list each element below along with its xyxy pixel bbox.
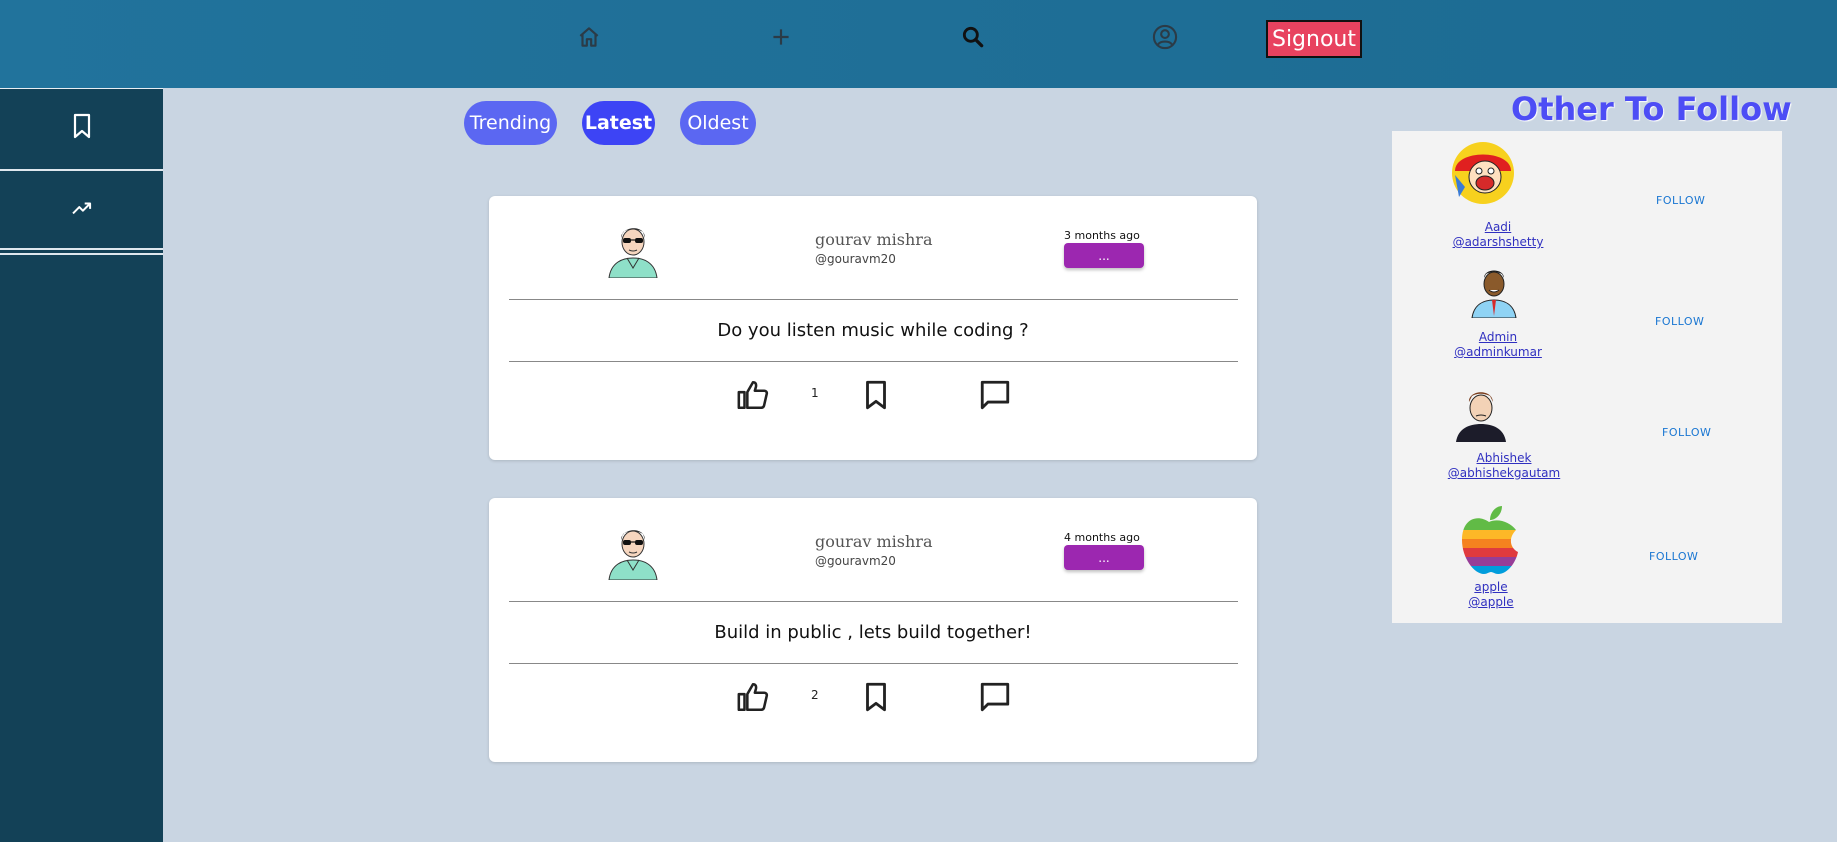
follow-button[interactable]: FOLLOW	[1649, 550, 1698, 563]
list-item: Admin @adminkumar FOLLOW	[1392, 262, 1782, 377]
list-item: apple @apple FOLLOW	[1392, 504, 1782, 619]
follow-user-handle[interactable]: @adarshshetty	[1453, 235, 1544, 249]
follow-user-handle[interactable]: @apple	[1468, 595, 1513, 609]
filter-latest-button[interactable]: Latest	[582, 101, 655, 145]
like-icon[interactable]	[736, 378, 770, 412]
sidebar-divider	[0, 248, 163, 250]
follow-user-name[interactable]: Aadi	[1485, 220, 1512, 234]
avatar	[1452, 384, 1516, 448]
comment-icon[interactable]	[978, 378, 1012, 412]
post-author-handle: @gouravm20	[815, 252, 896, 266]
divider	[509, 361, 1238, 362]
filter-trending-button[interactable]: Trending	[464, 101, 557, 145]
sidebar-divider	[0, 253, 163, 255]
sidebar	[0, 88, 163, 842]
sidebar-item-bookmarks[interactable]	[0, 89, 163, 167]
avatar	[1451, 141, 1515, 205]
follow-user-name[interactable]: apple	[1474, 580, 1507, 594]
signout-button[interactable]: Signout	[1266, 20, 1362, 58]
follow-user-handle[interactable]: @adminkumar	[1454, 345, 1542, 359]
post-content: Build in public , lets build together!	[714, 622, 1032, 643]
post-author-name: gourav mishra	[815, 230, 933, 249]
post-options-button[interactable]: ...	[1064, 545, 1144, 570]
plus-icon[interactable]	[766, 22, 796, 52]
sidebar-item-trending[interactable]	[0, 171, 163, 249]
divider	[509, 601, 1238, 602]
list-item: Aadi @adarshshetty FOLLOW	[1392, 141, 1782, 256]
post-author-handle: @gouravm20	[815, 554, 896, 568]
follow-section-title: Other To Follow	[1511, 90, 1792, 128]
post-card: gourav mishra @gouravm20 4 months ago ..…	[489, 498, 1257, 762]
post-timestamp: 3 months ago	[1064, 229, 1140, 242]
account-icon[interactable]	[1150, 22, 1180, 52]
like-count: 2	[811, 688, 819, 702]
follow-button[interactable]: FOLLOW	[1656, 194, 1705, 207]
bookmark-icon[interactable]	[859, 680, 893, 714]
post-card: gourav mishra @gouravm20 3 months ago ..…	[489, 196, 1257, 460]
follow-user-name[interactable]: Abhishek	[1477, 451, 1532, 465]
follow-user-handle[interactable]: @abhishekgautam	[1448, 466, 1560, 480]
filter-oldest-button[interactable]: Oldest	[680, 101, 756, 145]
bookmark-icon	[71, 113, 93, 144]
post-options-button[interactable]: ...	[1064, 243, 1144, 268]
like-count: 1	[811, 386, 819, 400]
avatar	[603, 218, 663, 279]
bookmark-icon[interactable]	[859, 378, 893, 412]
avatar	[603, 520, 663, 581]
search-icon[interactable]	[958, 22, 988, 52]
divider	[509, 663, 1238, 664]
trending-icon	[71, 199, 93, 222]
avatar	[1466, 262, 1530, 326]
comment-icon[interactable]	[978, 680, 1012, 714]
follow-user-name[interactable]: Admin	[1479, 330, 1517, 344]
divider	[509, 299, 1238, 300]
follow-panel: Aadi @adarshshetty FOLLOW Admin @adminku…	[1392, 131, 1782, 623]
like-icon[interactable]	[736, 680, 770, 714]
follow-button[interactable]: FOLLOW	[1655, 315, 1704, 328]
post-author-name: gourav mishra	[815, 532, 933, 551]
home-icon[interactable]	[574, 22, 604, 52]
follow-button[interactable]: FOLLOW	[1662, 426, 1711, 439]
post-timestamp: 4 months ago	[1064, 531, 1140, 544]
apple-logo-avatar	[1458, 504, 1522, 575]
post-content: Do you listen music while coding ?	[717, 320, 1029, 341]
list-item: Abhishek @abhishekgautam FOLLOW	[1392, 384, 1782, 499]
top-navbar: Signout	[0, 0, 1837, 88]
